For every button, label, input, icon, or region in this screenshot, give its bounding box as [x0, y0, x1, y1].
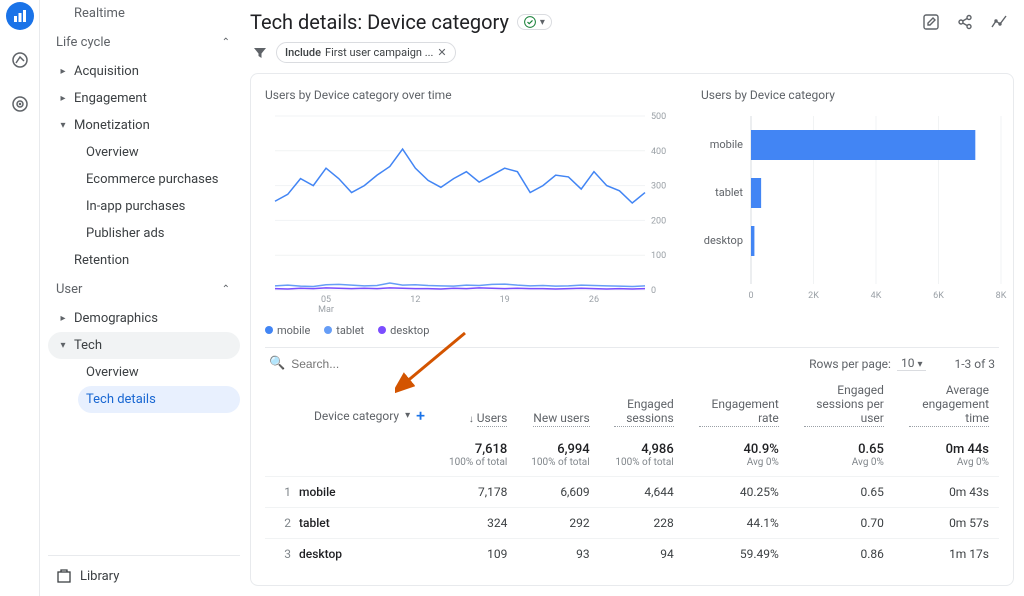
- close-icon[interactable]: ✕: [437, 46, 446, 59]
- table-row[interactable]: 1mobile 7,1786,6094,644 40.25%0.650m 43s: [265, 477, 999, 508]
- bar-chart-title: Users by Device category: [701, 88, 1011, 102]
- svg-text:19: 19: [500, 295, 510, 305]
- sidebar-item-realtime[interactable]: Realtime: [48, 0, 240, 27]
- sidebar-section-user[interactable]: User ⌃: [48, 274, 240, 305]
- share-icon[interactable]: [956, 13, 974, 31]
- line-chart-title: Users by Device category over time: [265, 88, 685, 102]
- sidebar-item-tech[interactable]: ▾Tech: [48, 332, 240, 359]
- nav-rail: [0, 0, 40, 596]
- svg-text:05: 05: [321, 295, 331, 305]
- svg-text:0: 0: [651, 286, 656, 296]
- search-icon[interactable]: 🔍: [269, 356, 285, 371]
- sidebar-item-ecommerce[interactable]: Ecommerce purchases: [78, 166, 240, 193]
- sidebar-item-inapp[interactable]: In-app purchases: [78, 193, 240, 220]
- sidebar-section-lifecycle[interactable]: Life cycle ⌃: [48, 27, 240, 58]
- sidebar-item-acquisition[interactable]: ▸Acquisition: [48, 58, 240, 85]
- svg-text:500: 500: [651, 112, 666, 122]
- chevron-up-icon: ⌃: [222, 37, 230, 48]
- filter-icon[interactable]: [250, 46, 270, 60]
- svg-text:2K: 2K: [808, 291, 819, 301]
- reports-icon[interactable]: [6, 2, 34, 30]
- sort-icon[interactable]: ↓: [469, 414, 474, 425]
- svg-text:6K: 6K: [933, 291, 944, 301]
- page-title: Tech details: Device category: [250, 10, 509, 34]
- customize-icon[interactable]: [922, 13, 940, 31]
- svg-text:mobile: mobile: [710, 138, 743, 151]
- sidebar-item-pubads[interactable]: Publisher ads: [78, 220, 240, 247]
- sidebar-item-engagement[interactable]: ▸Engagement: [48, 85, 240, 112]
- add-dimension-button[interactable]: +: [416, 406, 425, 425]
- rows-per-page-select[interactable]: 10 ▾: [897, 356, 927, 371]
- advertising-icon[interactable]: [6, 90, 34, 118]
- col-new-users[interactable]: New users: [533, 411, 589, 427]
- line-chart: Users by Device category over time 0 100 2…: [265, 88, 685, 337]
- sidebar-item-tech-details[interactable]: Tech details: [78, 386, 240, 413]
- svg-text:4K: 4K: [871, 291, 882, 301]
- sidebar: Realtime Life cycle ⌃ ▸Acquisition ▸Enga…: [40, 0, 240, 596]
- chevron-up-icon: ⌃: [222, 284, 230, 295]
- chart-legend: mobile tablet desktop: [265, 324, 685, 337]
- insights-icon[interactable]: [990, 13, 1008, 31]
- svg-text:26: 26: [589, 295, 599, 305]
- sidebar-item-retention[interactable]: Retention: [48, 247, 240, 274]
- sidebar-item-mon-overview[interactable]: Overview: [78, 139, 240, 166]
- dimension-header[interactable]: Device category: [314, 409, 399, 423]
- sidebar-item-monetization[interactable]: ▾Monetization: [48, 112, 240, 139]
- chevron-down-icon: ▾: [540, 17, 545, 28]
- sidebar-item-demographics[interactable]: ▸Demographics: [48, 305, 240, 332]
- svg-text:Mar: Mar: [318, 305, 334, 315]
- col-eng-per-user[interactable]: Engaged sessions per user: [804, 411, 884, 427]
- col-eng-sessions[interactable]: Engaged sessions: [614, 411, 674, 427]
- table-row[interactable]: 3desktop 1099394 59.49%0.861m 17s: [265, 539, 999, 570]
- chevron-down-icon[interactable]: ▾: [405, 410, 410, 421]
- col-avg-time[interactable]: Average engagement time: [909, 411, 989, 427]
- main: Tech details: Device category ▾ Include …: [240, 0, 1024, 596]
- search-input[interactable]: [291, 357, 411, 371]
- col-users[interactable]: Users: [477, 411, 508, 427]
- svg-text:200: 200: [651, 216, 666, 226]
- svg-text:8K: 8K: [996, 291, 1007, 301]
- svg-text:400: 400: [651, 147, 666, 157]
- svg-text:tablet: tablet: [715, 186, 743, 199]
- table-row[interactable]: 2tablet 324292228 44.1%0.700m 57s: [265, 508, 999, 539]
- rows-per-page-label: Rows per page:: [809, 357, 891, 371]
- sidebar-item-tech-overview[interactable]: Overview: [78, 359, 240, 386]
- library-icon: [56, 568, 72, 584]
- status-badge[interactable]: ▾: [517, 14, 552, 30]
- sidebar-library[interactable]: Library: [48, 555, 240, 596]
- svg-text:100: 100: [651, 251, 666, 261]
- svg-text:12: 12: [410, 295, 420, 305]
- page-info: 1-3 of 3: [954, 357, 995, 371]
- filter-chip[interactable]: Include First user campaign ... ✕: [276, 42, 456, 63]
- data-table: 🔍 Rows per page: 10 ▾ 1-3 of 3: [265, 347, 999, 569]
- bar-chart: Users by Device category 0 2K 4K 6K 8K mobile…: [701, 88, 1011, 337]
- svg-text:0: 0: [748, 291, 753, 301]
- col-eng-rate[interactable]: Engagement rate: [699, 411, 779, 427]
- explore-icon[interactable]: [6, 46, 34, 74]
- svg-text:300: 300: [651, 182, 666, 192]
- svg-text:desktop: desktop: [704, 234, 743, 247]
